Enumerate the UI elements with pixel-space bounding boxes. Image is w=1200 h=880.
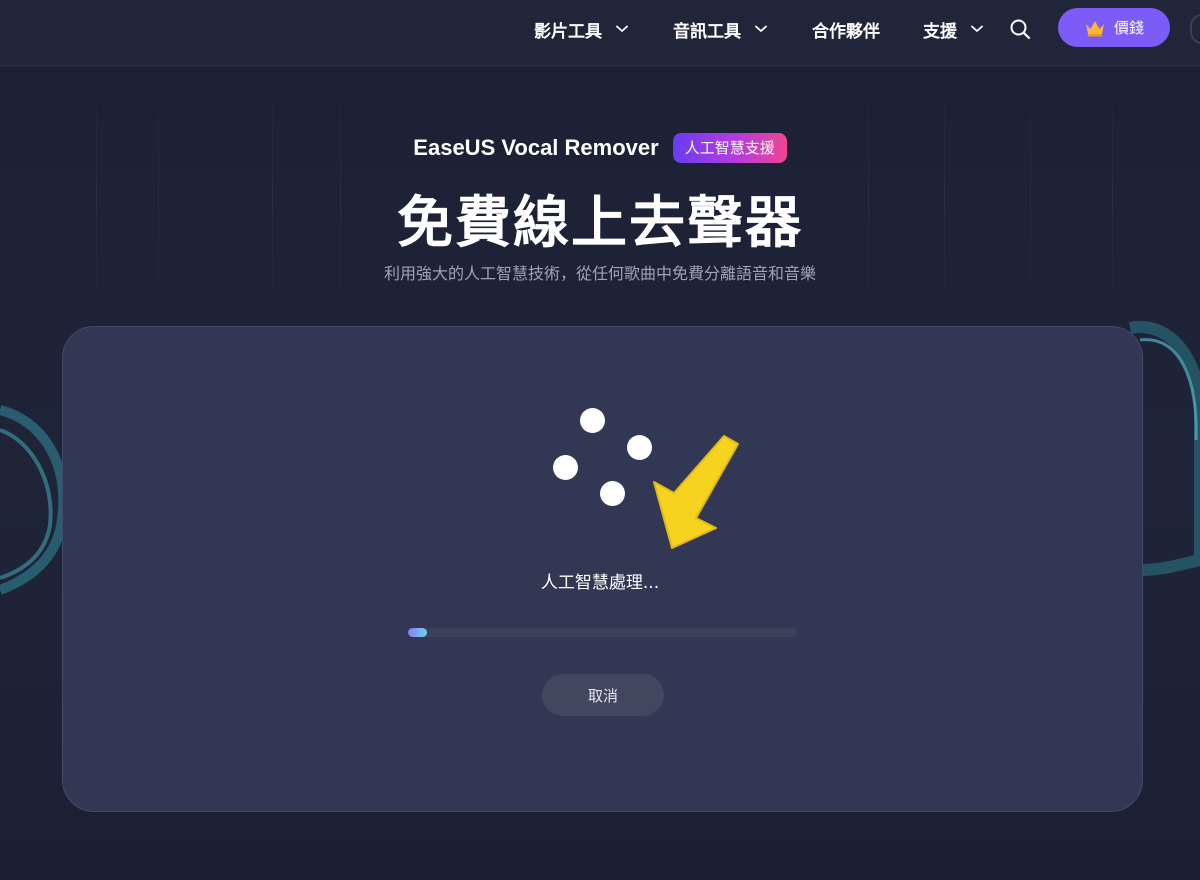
spinner-dot	[627, 435, 652, 460]
nav-audio-tools[interactable]: 音訊工具	[673, 17, 767, 42]
nav-partners-label: 合作夥伴	[812, 21, 880, 42]
ai-support-badge: 人工智慧支援	[672, 133, 787, 163]
cancel-button[interactable]: 取消	[542, 674, 664, 716]
top-navbar: 影片工具 音訊工具 合作夥伴 支援 價錢	[0, 0, 1200, 66]
chevron-down-icon	[616, 25, 628, 33]
nav-audio-tools-label: 音訊工具	[673, 21, 741, 42]
product-name: EaseUS Vocal Remover	[413, 135, 659, 160]
pricing-button[interactable]: 價錢	[1058, 8, 1170, 47]
crown-icon	[1084, 19, 1106, 37]
search-icon[interactable]	[1008, 17, 1032, 41]
pointer-arrow-icon	[653, 435, 739, 549]
product-brand-row: EaseUS Vocal Remover 人工智慧支援	[0, 132, 1200, 164]
pricing-button-label: 價錢	[1113, 19, 1144, 37]
progress-bar-fill	[408, 628, 428, 637]
nav-video-tools[interactable]: 影片工具	[534, 17, 628, 42]
chevron-down-icon	[755, 25, 767, 33]
account-toggle[interactable]	[1190, 14, 1200, 44]
loading-spinner-icon	[553, 407, 655, 509]
spinner-dot	[553, 455, 578, 480]
processing-status-text: 人工智慧處理...	[540, 573, 660, 593]
page: 影片工具 音訊工具 合作夥伴 支援 價錢 EaseUS Vocal Remove…	[0, 0, 1200, 880]
cancel-button-label: 取消	[587, 686, 618, 705]
nav-video-tools-label: 影片工具	[534, 21, 602, 42]
spinner-dot	[580, 408, 605, 433]
page-subtitle: 利用強大的人工智慧技術，從任何歌曲中免費分離語音和音樂	[383, 264, 816, 283]
nav-partners[interactable]: 合作夥伴	[812, 17, 880, 42]
nav-support[interactable]: 支援	[923, 17, 983, 42]
chevron-down-icon	[971, 25, 983, 33]
progress-bar	[408, 628, 797, 637]
spinner-dot	[600, 481, 625, 506]
page-title: 免費線上去聲器	[397, 191, 803, 256]
nav-support-label: 支援	[923, 21, 957, 42]
